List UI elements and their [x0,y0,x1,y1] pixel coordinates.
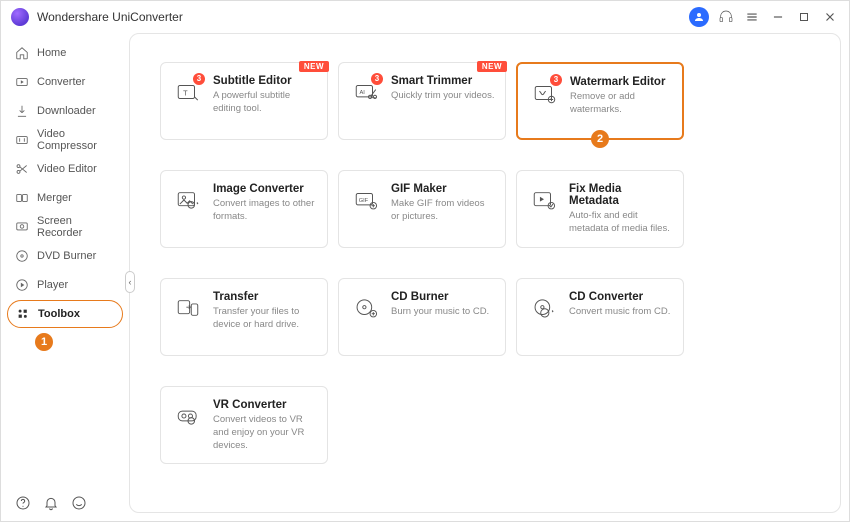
app-logo-icon [11,8,29,26]
sidebar-item-label: Video Compressor [37,128,115,152]
content-panel: NEW T 3 Subtitle Editor A powerful subti… [129,33,841,513]
scissors-icon [15,162,29,176]
tool-card-watermark-editor[interactable]: 3 Watermark Editor Remove or add waterma… [516,62,684,140]
sidebar-item-dvd-burner[interactable]: DVD Burner [7,242,123,270]
tool-desc: Convert videos to VR and enjoy on your V… [213,414,317,452]
menu-icon[interactable] [743,8,761,26]
badge-count: 3 [371,73,383,85]
tool-title: CD Burner [391,291,489,303]
transfer-icon [173,293,203,323]
minimize-button[interactable] [769,8,787,26]
sidebar-item-screen-recorder[interactable]: Screen Recorder [7,213,123,241]
tool-title: Image Converter [213,183,317,195]
new-badge: NEW [477,61,507,72]
tool-title: VR Converter [213,399,317,411]
subtitle-editor-icon: T 3 [173,77,203,107]
tools-grid-row4: VR Converter Convert videos to VR and en… [160,386,820,464]
callout-badge-two: 2 [591,130,609,148]
tool-card-cd-burner[interactable]: CD Burner Burn your music to CD. [338,278,506,356]
tool-desc: Remove or add watermarks. [570,91,672,117]
tool-title: CD Converter [569,291,670,303]
svg-text:T: T [183,88,188,97]
cd-converter-icon [529,293,559,323]
tool-desc: Burn your music to CD. [391,306,489,319]
cd-burner-icon [351,293,381,323]
tool-title: Fix Media Metadata [569,183,673,207]
sidebar-item-toolbox[interactable]: Toolbox [7,300,123,328]
close-button[interactable] [821,8,839,26]
tool-desc: Convert images to other formats. [213,198,317,224]
tool-card-gif-maker[interactable]: GIF GIF Maker Make GIF from videos or pi… [338,170,506,248]
home-icon [15,46,29,60]
sidebar: Home Converter Downloader Video Compress… [1,33,129,521]
titlebar-controls [689,7,839,27]
sidebar-item-video-editor[interactable]: Video Editor [7,155,123,183]
badge-count: 3 [550,74,562,86]
titlebar: Wondershare UniConverter [1,1,849,33]
converter-icon [15,75,29,89]
sidebar-item-label: Screen Recorder [37,215,115,239]
sidebar-item-converter[interactable]: Converter [7,68,123,96]
sidebar-item-label: Downloader [37,105,96,117]
sidebar-footer [7,487,123,515]
feedback-icon[interactable] [71,495,87,511]
sidebar-item-video-compressor[interactable]: Video Compressor [7,126,123,154]
tool-desc: A powerful subtitle editing tool. [213,90,317,116]
badge-count: 3 [193,73,205,85]
tool-title: Transfer [213,291,317,303]
gif-maker-icon: GIF [351,185,381,215]
svg-text:AI: AI [360,90,366,96]
tool-desc: Convert music from CD. [569,306,670,319]
tool-card-image-converter[interactable]: Image Converter Convert images to other … [160,170,328,248]
tool-card-fix-media-metadata[interactable]: Fix Media Metadata Auto-fix and edit met… [516,170,684,248]
support-icon[interactable] [717,8,735,26]
sidebar-item-label: Home [37,47,66,59]
bell-icon[interactable] [43,495,59,511]
callout-badge-one: 1 [35,333,53,351]
tools-grid: NEW T 3 Subtitle Editor A powerful subti… [160,62,820,356]
tool-card-cd-converter[interactable]: CD Converter Convert music from CD. [516,278,684,356]
user-avatar-icon[interactable] [689,7,709,27]
tool-desc: Quickly trim your videos. [391,90,494,103]
sidebar-item-label: Video Editor [37,163,97,175]
compress-icon [15,133,29,147]
tool-title: Smart Trimmer [391,75,494,87]
toolbox-icon [16,307,30,321]
tool-card-transfer[interactable]: Transfer Transfer your files to device o… [160,278,328,356]
sidebar-item-merger[interactable]: Merger [7,184,123,212]
tool-title: GIF Maker [391,183,495,195]
fix-metadata-icon [529,185,559,215]
sidebar-item-label: Player [37,279,68,291]
sidebar-item-label: Converter [37,76,85,88]
record-icon [15,220,29,234]
tool-card-subtitle-editor[interactable]: NEW T 3 Subtitle Editor A powerful subti… [160,62,328,140]
sidebar-item-home[interactable]: Home [7,39,123,67]
tool-card-vr-converter[interactable]: VR Converter Convert videos to VR and en… [160,386,328,464]
tool-desc: Make GIF from videos or pictures. [391,198,495,224]
new-badge: NEW [299,61,329,72]
sidebar-item-label: Merger [37,192,72,204]
app-title: Wondershare UniConverter [37,10,689,24]
tool-desc: Transfer your files to device or hard dr… [213,306,317,332]
tool-card-smart-trimmer[interactable]: NEW AI 3 Smart Trimmer Quickly trim your… [338,62,506,140]
sidebar-item-downloader[interactable]: Downloader [7,97,123,125]
watermark-editor-icon: 3 [530,78,560,108]
play-icon [15,278,29,292]
sidebar-item-label: Toolbox [38,308,80,320]
vr-converter-icon [173,401,203,431]
sidebar-item-label: DVD Burner [37,250,96,262]
svg-text:GIF: GIF [359,198,369,204]
download-icon [15,104,29,118]
maximize-button[interactable] [795,8,813,26]
tool-desc: Auto-fix and edit metadata of media file… [569,210,673,236]
merger-icon [15,191,29,205]
help-icon[interactable] [15,495,31,511]
tool-title: Watermark Editor [570,76,672,88]
sidebar-item-player[interactable]: Player [7,271,123,299]
sidebar-collapse-handle[interactable]: ‹ [125,271,135,293]
image-converter-icon [173,185,203,215]
smart-trimmer-icon: AI 3 [351,77,381,107]
tool-title: Subtitle Editor [213,75,317,87]
disc-icon [15,249,29,263]
